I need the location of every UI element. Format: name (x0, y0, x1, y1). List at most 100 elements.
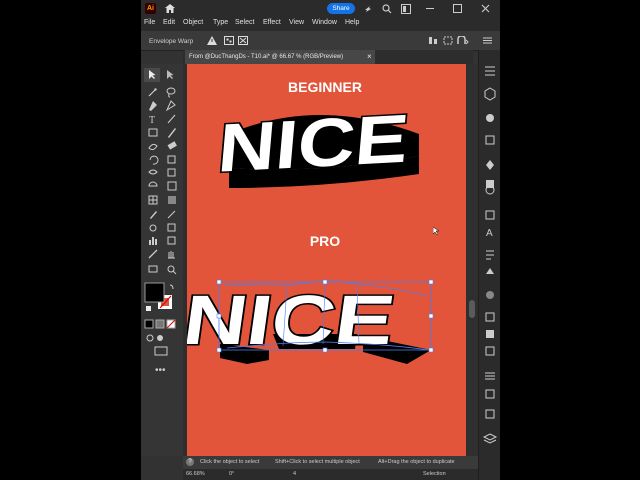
document-tab[interactable]: From @DucThangDs - T10.ai* @ 66.67 % (RG… (185, 50, 375, 64)
menu-select[interactable]: Select (235, 19, 254, 26)
tools-panel-tools: T ••• (144, 68, 177, 376)
edit-envelope-icon[interactable] (224, 36, 234, 45)
default-colors-icon[interactable] (146, 306, 151, 311)
document-tab-title: From @DucThangDs - T10.ai* @ 66.67 % (RG… (189, 54, 344, 60)
artboard-number-field[interactable]: 4 (293, 471, 296, 477)
artboard-tool-icon[interactable] (167, 236, 176, 245)
share-button[interactable]: Share (327, 3, 355, 14)
transform-panel-icon[interactable] (485, 346, 495, 356)
pro-nice-art[interactable]: NICE (187, 279, 431, 364)
vertical-scrollbar[interactable] (466, 64, 478, 456)
paintbrush-tool-icon[interactable] (168, 128, 176, 138)
fill-swatch[interactable] (144, 282, 165, 303)
menu-type[interactable]: Type (213, 19, 228, 26)
layers-panel-icon[interactable] (485, 210, 495, 220)
pen-tool-icon[interactable] (149, 101, 157, 111)
none-mode-button[interactable] (166, 319, 176, 329)
rotation-field[interactable]: 0° (229, 471, 234, 477)
scale-tool-icon[interactable] (167, 155, 176, 164)
mesh-tool-icon[interactable] (148, 195, 158, 205)
close-icon[interactable] (481, 4, 490, 13)
color-icon[interactable] (486, 114, 494, 122)
panel-menu-icon[interactable] (483, 36, 492, 45)
perspective-grid-tool-icon[interactable] (167, 181, 177, 191)
free-transform-tool-icon[interactable] (167, 168, 176, 177)
gradient-tool-icon[interactable] (168, 196, 176, 204)
lasso-tool-icon[interactable] (166, 87, 176, 98)
rectangle-tool-icon[interactable] (148, 128, 158, 137)
selection-tool-icon[interactable] (144, 68, 160, 82)
draw-normal-icon[interactable] (146, 334, 154, 342)
beginner-nice-art[interactable]: NICE (214, 99, 419, 188)
arrange-icon[interactable] (401, 4, 411, 14)
edit-toolbar-icon[interactable]: ••• (155, 365, 166, 376)
stroke-panel-icon[interactable] (485, 372, 495, 380)
direct-selection-tool-icon[interactable] (167, 70, 174, 79)
home-icon[interactable] (165, 4, 175, 13)
blend-tool-icon[interactable] (149, 224, 157, 232)
zoom-tool-icon[interactable] (167, 265, 177, 275)
right-panel-icons: A (482, 66, 498, 444)
print-tiling-tool-icon[interactable] (148, 265, 158, 273)
menu-object[interactable]: Object (183, 19, 203, 26)
right-panel-dock: A (478, 50, 500, 480)
swatches-icon[interactable] (485, 135, 495, 145)
rotate-tool-icon[interactable] (149, 155, 159, 165)
screen-mode-icon[interactable] (154, 346, 168, 356)
menu-edit[interactable]: Edit (163, 19, 175, 26)
edit-contents-icon[interactable] (238, 36, 248, 45)
club-icon[interactable] (486, 268, 494, 274)
illustrator-window: Ai Share File Edit Object Type Select Ef… (141, 0, 500, 480)
width-tool-icon[interactable] (148, 169, 158, 175)
hint-text-1: Click the object to select (200, 459, 260, 465)
gradient-panel-icon[interactable] (485, 389, 495, 399)
magnet-icon[interactable] (457, 36, 469, 45)
transparency-icon[interactable] (486, 291, 494, 299)
scroll-thumb[interactable] (469, 300, 475, 318)
symbol-sprayer-tool-icon[interactable] (167, 223, 176, 232)
curvature-tool-icon[interactable] (165, 100, 176, 112)
tools-panel: T ••• (141, 64, 183, 456)
minimize-button[interactable] (426, 8, 434, 9)
artboard[interactable]: BEGINNER NICE PRO NICE (187, 64, 466, 456)
mouse-cursor-icon (433, 227, 439, 235)
menu-file[interactable]: File (144, 19, 155, 26)
measure-tool-icon[interactable] (167, 210, 176, 219)
paragraph-icon[interactable] (486, 250, 494, 260)
shape-builder-tool-icon[interactable] (148, 181, 158, 187)
zoom-field[interactable]: 66.68% (186, 471, 205, 477)
swap-colors-icon[interactable] (169, 284, 174, 290)
hand-tool-icon[interactable] (168, 251, 175, 259)
search-icon[interactable] (382, 4, 392, 14)
eyedropper-tool-icon[interactable] (150, 211, 157, 219)
gradient-mode-button[interactable] (155, 319, 165, 329)
symbols-icon[interactable] (486, 160, 494, 170)
line-tool-icon[interactable] (167, 114, 176, 124)
menu-help[interactable]: Help (345, 19, 359, 26)
align-panel-icon[interactable] (485, 312, 495, 322)
graph-tool-icon[interactable] (149, 237, 157, 245)
help-icon[interactable]: ? (186, 458, 194, 466)
magic-wand-tool-icon[interactable] (148, 88, 157, 97)
properties-icon[interactable] (485, 66, 495, 76)
tab-close-icon[interactable]: × (367, 52, 372, 61)
type-tool-icon[interactable]: T (149, 115, 155, 126)
layers-icon[interactable] (482, 433, 498, 444)
character-icon[interactable]: A (486, 228, 493, 239)
eraser-tool-icon[interactable] (167, 141, 177, 150)
pathfinder-icon[interactable] (486, 330, 494, 338)
transform-icon[interactable] (443, 36, 453, 45)
draw-behind-icon[interactable] (157, 335, 163, 341)
shaper-tool-icon[interactable] (148, 143, 158, 151)
libraries-icon[interactable] (484, 87, 496, 101)
menu-effect[interactable]: Effect (263, 19, 281, 26)
align-icon[interactable] (428, 36, 438, 45)
color-mode-button[interactable] (144, 319, 154, 329)
menu-window[interactable]: Window (312, 19, 337, 26)
slice-tool-icon[interactable] (148, 249, 158, 259)
image-trace-icon[interactable] (485, 409, 495, 419)
menu-view[interactable]: View (289, 19, 304, 26)
maximize-button[interactable] (453, 4, 462, 13)
mode-label: Envelope Warp (149, 38, 194, 45)
discover-icon[interactable] (363, 4, 373, 14)
